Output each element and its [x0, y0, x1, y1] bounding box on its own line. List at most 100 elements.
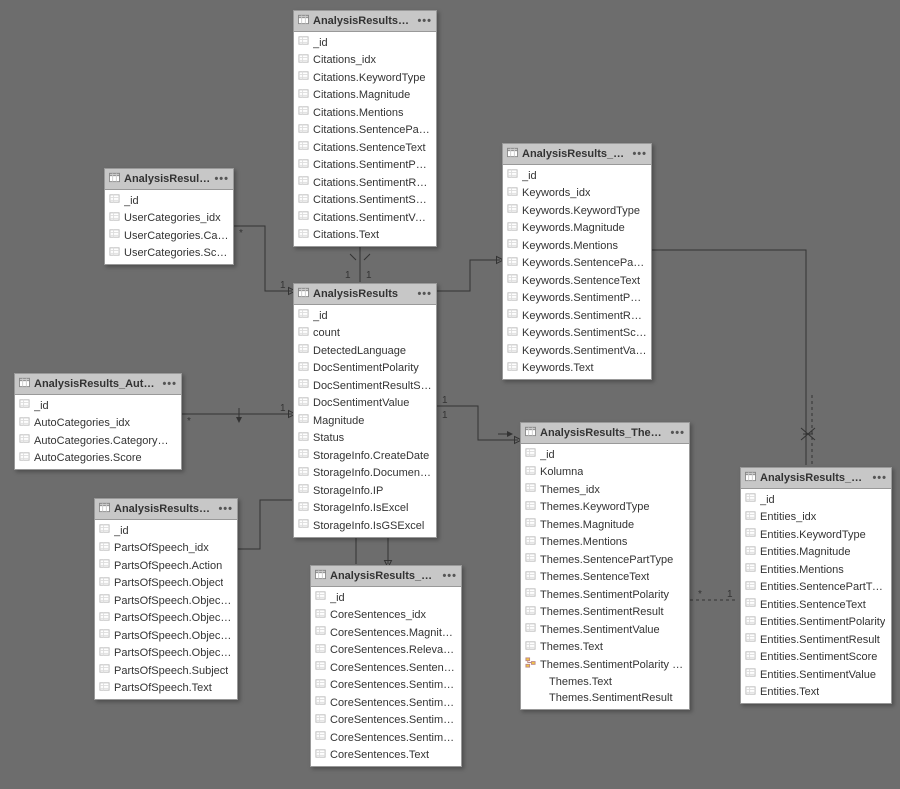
field-row[interactable]: Citations.SentencePartType	[294, 122, 436, 140]
field-row[interactable]: Themes.Mentions	[521, 534, 689, 552]
field-row[interactable]: DocSentimentPolarity	[294, 360, 436, 378]
field-row[interactable]: Citations.KeywordType	[294, 69, 436, 87]
field-row[interactable]: CoreSentences.Relevance	[311, 642, 461, 660]
field-row[interactable]: PartsOfSpeech.ObjectSen…	[95, 592, 237, 610]
field-row[interactable]: StorageInfo.IsExcel	[294, 500, 436, 518]
table-header[interactable]: AnalysisResults_User…•••	[105, 169, 233, 190]
field-row[interactable]: Keywords.KeywordType	[503, 202, 651, 220]
field-row[interactable]: Themes.SentimentResult	[521, 604, 689, 622]
field-row[interactable]: Themes.SentimentValue	[521, 621, 689, 639]
table-part[interactable]: AnalysisResults_Part…••• _id PartsOfSpeech…	[94, 498, 238, 700]
field-row[interactable]: DocSentimentValue	[294, 395, 436, 413]
table-main[interactable]: AnalysisResults•••_idcountDetectedLangua…	[293, 283, 437, 538]
field-row[interactable]: Citations.SentimentScore	[294, 192, 436, 210]
table-citat[interactable]: AnalysisResults_Citat…•••_idCitations_id…	[293, 10, 437, 247]
field-row[interactable]: Themes.SentenceText	[521, 569, 689, 587]
field-row[interactable]: Keywords.Text	[503, 360, 651, 378]
table-core[interactable]: AnalysisResults_CoreSe…••• _id CoreSentenc…	[310, 565, 462, 767]
field-row[interactable]: CoreSentences.SentimentSc…	[311, 712, 461, 730]
field-row[interactable]: _id	[95, 522, 237, 540]
field-row[interactable]: Themes.KeywordType	[521, 499, 689, 517]
field-row[interactable]: PartsOfSpeech.ObjectSen…	[95, 627, 237, 645]
field-row[interactable]: StorageInfo.IsGSExcel	[294, 517, 436, 535]
field-row[interactable]: PartsOfSpeech.Subject	[95, 662, 237, 680]
table-themes[interactable]: AnalysisResults_Themes•••_idKolumnaTheme…	[520, 422, 690, 710]
field-row[interactable]: Keywords.Mentions	[503, 237, 651, 255]
table-key[interactable]: AnalysisResults_Key…•••_idKeywords_idxKe…	[502, 143, 652, 380]
field-row[interactable]: PartsOfSpeech.Object	[95, 575, 237, 593]
field-row[interactable]: Citations.SentimentResult	[294, 174, 436, 192]
field-row[interactable]: Entities.SentimentScore	[741, 649, 891, 667]
table-menu-icon[interactable]: •••	[162, 378, 177, 390]
field-row[interactable]: Themes.SentimentPolarity	[521, 586, 689, 604]
field-row[interactable]: StorageInfo.CreateDate	[294, 447, 436, 465]
field-row[interactable]: Themes.Magnitude	[521, 516, 689, 534]
field-row[interactable]: Entities.SentimentPolarity	[741, 614, 891, 632]
field-row[interactable]: Status	[294, 430, 436, 448]
table-menu-icon[interactable]: •••	[218, 503, 233, 515]
field-row[interactable]: _id	[105, 192, 233, 210]
field-row[interactable]: Entities.SentencePartType	[741, 579, 891, 597]
field-row[interactable]: Entities_idx	[741, 509, 891, 527]
table-auto[interactable]: AnalysisResults_Auto…•••_idAutoCategorie…	[14, 373, 182, 470]
field-row[interactable]: PartsOfSpeech.ObjectSen…	[95, 645, 237, 663]
field-row[interactable]: Citations.Text	[294, 227, 436, 245]
table-entit[interactable]: AnalysisResults_Entit…•••_idEntities_idx…	[740, 467, 892, 704]
field-row[interactable]: Keywords_idx	[503, 185, 651, 203]
field-row[interactable]: Keywords.SentimentResult	[503, 307, 651, 325]
hierarchy-child[interactable]: Themes.SentimentResult	[549, 690, 689, 707]
field-row[interactable]: Magnitude	[294, 412, 436, 430]
field-row[interactable]: StorageInfo.IP	[294, 482, 436, 500]
table-menu-icon[interactable]: •••	[417, 15, 432, 27]
field-row[interactable]: PartsOfSpeech.Text	[95, 680, 237, 698]
table-menu-icon[interactable]: •••	[872, 472, 887, 484]
field-row[interactable]: Entities.SentenceText	[741, 596, 891, 614]
field-row[interactable]: PartsOfSpeech.Action	[95, 557, 237, 575]
table-header[interactable]: AnalysisResults_Citat…•••	[294, 11, 436, 32]
field-row[interactable]: _id	[521, 446, 689, 464]
field-row[interactable]: Entities.Mentions	[741, 561, 891, 579]
field-row[interactable]: Citations.SentimentPolarity	[294, 157, 436, 175]
table-menu-icon[interactable]: •••	[442, 570, 457, 582]
table-header[interactable]: AnalysisResults_CoreSe…•••	[311, 566, 461, 587]
field-row[interactable]: _id	[503, 167, 651, 185]
hierarchy-child[interactable]: Themes.Text	[549, 674, 689, 691]
table-menu-icon[interactable]: •••	[670, 427, 685, 439]
table-header[interactable]: AnalysisResults_Part…•••	[95, 499, 237, 520]
field-row[interactable]: Citations.Mentions	[294, 104, 436, 122]
field-row[interactable]: _id	[294, 307, 436, 325]
field-row[interactable]: Entities.SentimentValue	[741, 666, 891, 684]
table-user[interactable]: AnalysisResults_User…•••_idUserCategorie…	[104, 168, 234, 265]
field-row[interactable]: _id	[294, 34, 436, 52]
field-row[interactable]: Entities.Text	[741, 684, 891, 702]
field-row[interactable]: UserCategories_idx	[105, 210, 233, 228]
field-row[interactable]: AutoCategories.Score	[15, 450, 181, 468]
table-menu-icon[interactable]: •••	[417, 288, 432, 300]
table-header[interactable]: AnalysisResults_Entit…•••	[741, 468, 891, 489]
field-row[interactable]: count	[294, 325, 436, 343]
field-row[interactable]: Keywords.SentencePartTy…	[503, 255, 651, 273]
field-row[interactable]: Citations.SentenceText	[294, 139, 436, 157]
table-header[interactable]: AnalysisResults_Auto…•••	[15, 374, 181, 395]
field-row[interactable]: Keywords.SentenceText	[503, 272, 651, 290]
field-row[interactable]: CoreSentences.Text	[311, 747, 461, 765]
table-menu-icon[interactable]: •••	[214, 173, 229, 185]
field-row[interactable]: Themes.SentencePartType	[521, 551, 689, 569]
field-row[interactable]: AutoCategories.Category…	[15, 432, 181, 450]
field-row[interactable]: Keywords.SentimentPolar…	[503, 290, 651, 308]
field-row[interactable]: Themes.Text	[521, 639, 689, 657]
field-row[interactable]: PartsOfSpeech.ObjectSen…	[95, 610, 237, 628]
field-row[interactable]: CoreSentences.SentimentPol…	[311, 677, 461, 695]
field-row[interactable]: Keywords.SentimentScore	[503, 325, 651, 343]
field-row[interactable]: AutoCategories_idx	[15, 415, 181, 433]
field-row[interactable]: Keywords.SentimentValue	[503, 342, 651, 360]
table-menu-icon[interactable]: •••	[632, 148, 647, 160]
field-row[interactable]: Entities.Magnitude	[741, 544, 891, 562]
field-row[interactable]: CoreSentences.SentimentVal…	[311, 729, 461, 747]
field-row[interactable]: Citations.SentimentValue	[294, 209, 436, 227]
field-row[interactable]: _id	[311, 589, 461, 607]
field-row[interactable]: Entities.SentimentResult	[741, 631, 891, 649]
field-row[interactable]: Entities.KeywordType	[741, 526, 891, 544]
field-row[interactable]: UserCategories.Category…	[105, 227, 233, 245]
field-row[interactable]: Kolumna	[521, 464, 689, 482]
